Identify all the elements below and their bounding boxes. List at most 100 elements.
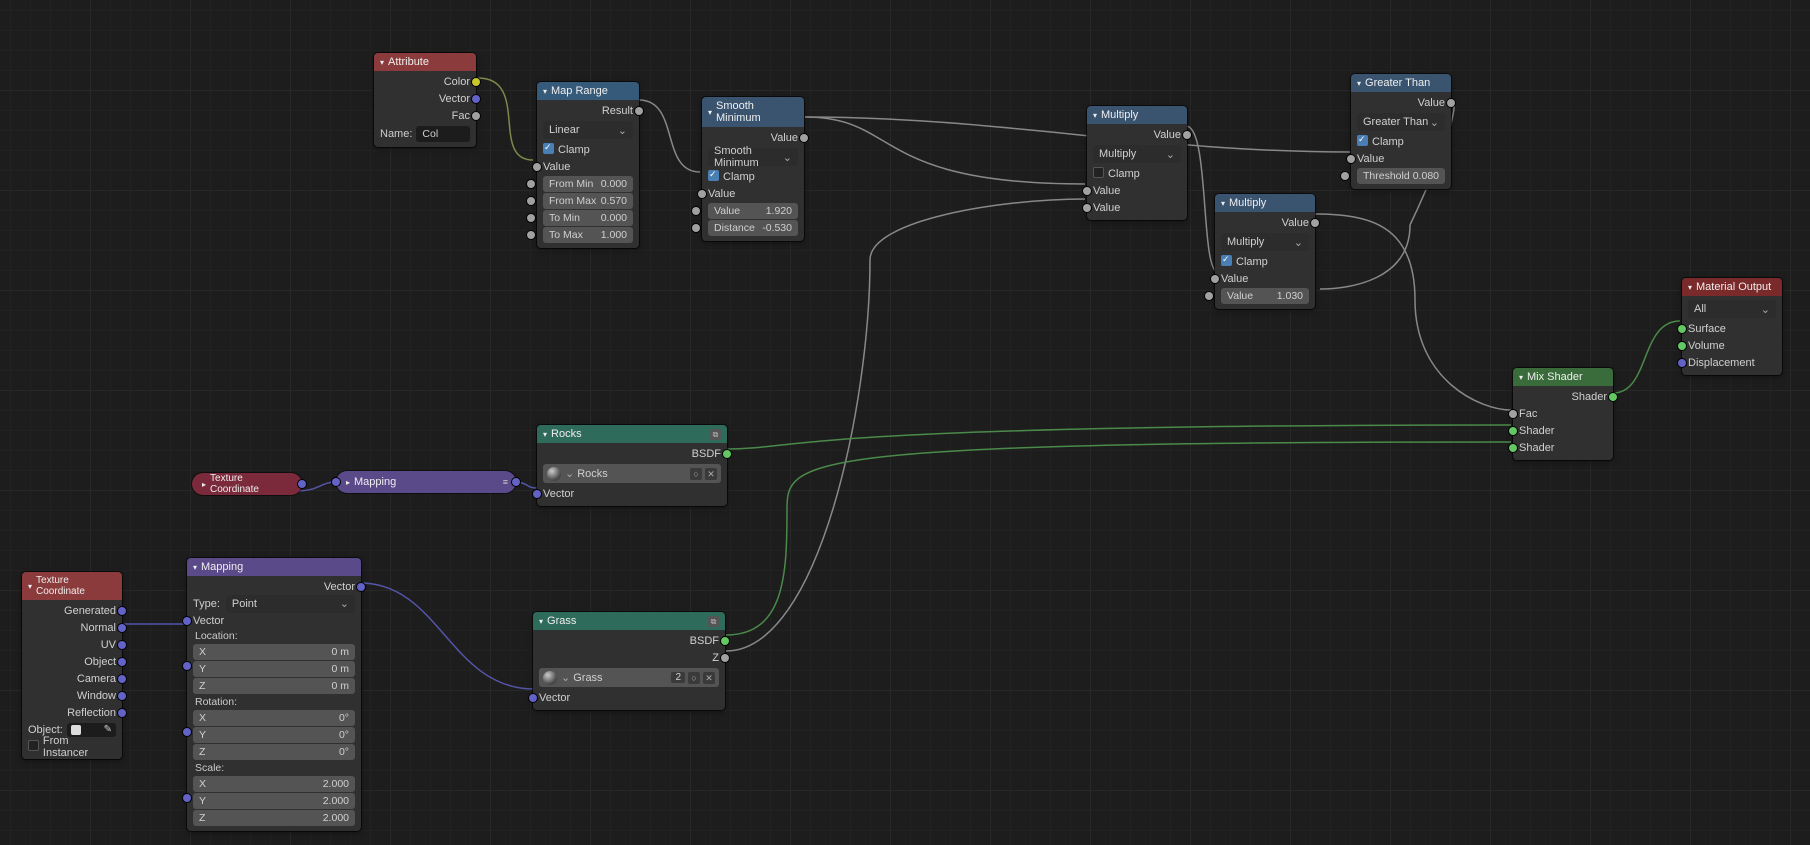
socket-out-value[interactable]	[800, 134, 808, 142]
material-selector[interactable]: ⌄ Rocks ○ ✕	[543, 464, 721, 483]
node-header[interactable]: ▾ Mix Shader	[1513, 368, 1613, 386]
to-min-field[interactable]: To Min0.000	[543, 210, 633, 226]
collapse-icon[interactable]: ▾	[28, 582, 32, 591]
socket-in-vector[interactable]	[529, 694, 537, 702]
socket-in-shader2[interactable]	[1509, 444, 1517, 452]
value-field[interactable]: Value1.030	[1221, 288, 1309, 304]
collapse-icon[interactable]: ▾	[380, 58, 384, 67]
type-dropdown[interactable]: Point	[226, 595, 355, 613]
socket-in-fac[interactable]	[1509, 410, 1517, 418]
socket-in-vector[interactable]	[183, 617, 191, 625]
name-input[interactable]: Col	[416, 126, 470, 142]
dropdown-op[interactable]: Multiply	[1093, 145, 1181, 163]
collapse-icon[interactable]: ▾	[1093, 111, 1097, 120]
socket-out-bsdf[interactable]	[723, 450, 731, 458]
node-mix-shader[interactable]: ▾ Mix Shader Shader Fac Shader Shader	[1513, 368, 1613, 460]
socket-out-vector[interactable]	[472, 95, 480, 103]
loc-z-field[interactable]: Z0 m	[193, 678, 355, 694]
node-header[interactable]: ▾ Material Output	[1682, 278, 1782, 296]
socket-out[interactable]	[298, 480, 306, 488]
socket-in[interactable]	[527, 231, 535, 239]
node-group-grass[interactable]: ▾ Grass ⧉ BSDF Z ⌄ Grass 2 ○ ✕ Vector	[533, 612, 725, 710]
socket-out-generated[interactable]	[118, 607, 126, 615]
collapse-icon[interactable]: ▾	[543, 430, 547, 439]
distance-field[interactable]: Distance-0.530	[708, 220, 798, 236]
node-texture-coordinate-collapsed[interactable]: ▸ Texture Coordinate	[192, 473, 302, 495]
scale-z-field[interactable]: Z2.000	[193, 810, 355, 826]
node-header[interactable]: ▾ Attribute	[374, 53, 476, 71]
clamp-checkbox[interactable]	[708, 170, 719, 181]
socket-out-shader[interactable]	[1609, 393, 1617, 401]
fake-user-icon[interactable]: ○	[688, 672, 700, 684]
socket-in-shader1[interactable]	[1509, 427, 1517, 435]
socket-out-fac[interactable]	[472, 112, 480, 120]
socket-in[interactable]	[692, 224, 700, 232]
socket-in[interactable]	[527, 197, 535, 205]
node-header[interactable]: ▾ Mapping	[187, 558, 361, 576]
from-max-field[interactable]: From Max0.570	[543, 193, 633, 209]
socket-out-z[interactable]	[721, 654, 729, 662]
socket-out-value[interactable]	[1447, 99, 1455, 107]
socket-in-value[interactable]	[1211, 275, 1219, 283]
node-map-range[interactable]: ▾ Map Range Result Linear Clamp Value Fr…	[537, 82, 639, 248]
unlink-icon[interactable]: ✕	[703, 672, 715, 684]
socket-out-object[interactable]	[118, 658, 126, 666]
dropdown-op[interactable]: Multiply	[1221, 233, 1309, 251]
eyedropper-icon[interactable]: ✎	[104, 724, 112, 735]
loc-y-field[interactable]: Y0 m	[193, 661, 355, 677]
dropdown-op[interactable]: Greater Than	[1357, 113, 1445, 131]
socket-in-scale[interactable]	[183, 794, 191, 802]
node-material-output[interactable]: ▾ Material Output All Surface Volume Dis…	[1682, 278, 1782, 375]
socket-out-result[interactable]	[635, 107, 643, 115]
expand-icon[interactable]: ▸	[202, 480, 206, 489]
socket-in[interactable]	[1341, 172, 1349, 180]
clamp-checkbox[interactable]	[1093, 167, 1104, 178]
loc-x-field[interactable]: X0 m	[193, 644, 355, 660]
from-instancer-checkbox[interactable]	[28, 740, 39, 751]
collapse-icon[interactable]: ▾	[708, 108, 712, 117]
node-header[interactable]: ▾ Texture Coordinate	[22, 572, 122, 600]
node-multiply-1[interactable]: ▾ Multiply Value Multiply Clamp Value Va…	[1087, 106, 1187, 220]
socket-in-location[interactable]	[183, 662, 191, 670]
socket-out-normal[interactable]	[118, 624, 126, 632]
socket-in-displacement[interactable]	[1678, 359, 1686, 367]
socket-out-value[interactable]	[1183, 131, 1191, 139]
socket-in-vector[interactable]	[533, 490, 541, 498]
dropdown-icon[interactable]: ⌄	[565, 467, 574, 480]
collapse-icon[interactable]: ▾	[539, 617, 543, 626]
node-texture-coordinate[interactable]: ▾ Texture Coordinate Generated Normal UV…	[22, 572, 122, 759]
node-header[interactable]: ▾ Multiply	[1087, 106, 1187, 124]
group-toggle-icon[interactable]: ⧉	[710, 429, 721, 440]
node-header[interactable]: ▾ Map Range	[537, 82, 639, 100]
clamp-checkbox[interactable]	[1357, 135, 1368, 146]
collapse-icon[interactable]: ▾	[1357, 79, 1361, 88]
target-dropdown[interactable]: All	[1688, 300, 1776, 318]
socket-in[interactable]	[332, 478, 340, 486]
socket-in-value[interactable]	[698, 190, 706, 198]
socket-out-value[interactable]	[1311, 219, 1319, 227]
node-attribute[interactable]: ▾ Attribute Color Vector Fac Name: Col	[374, 53, 476, 147]
dropdown-op[interactable]: Smooth Minimum	[708, 148, 798, 166]
scale-x-field[interactable]: X2.000	[193, 776, 355, 792]
socket-in[interactable]	[1205, 292, 1213, 300]
rot-y-field[interactable]: Y0°	[193, 727, 355, 743]
rot-x-field[interactable]: X0°	[193, 710, 355, 726]
dropdown-interp[interactable]: Linear	[543, 121, 633, 139]
node-header[interactable]: ▾ Multiply	[1215, 194, 1315, 212]
material-selector[interactable]: ⌄ Grass 2 ○ ✕	[539, 668, 719, 687]
node-header[interactable]: ▾ Rocks ⧉	[537, 425, 727, 443]
socket-in[interactable]	[527, 180, 535, 188]
socket-in-value[interactable]	[533, 163, 541, 171]
from-min-field[interactable]: From Min0.000	[543, 176, 633, 192]
node-header[interactable]: ▾ Greater Than	[1351, 74, 1451, 92]
collapse-icon[interactable]: ▾	[1688, 283, 1692, 292]
node-smooth-minimum[interactable]: ▾ Smooth Minimum Value Smooth Minimum Cl…	[702, 97, 804, 241]
node-mapping[interactable]: ▾ Mapping Vector Type: Point Vector Loca…	[187, 558, 361, 831]
rot-z-field[interactable]: Z0°	[193, 744, 355, 760]
socket-in-value[interactable]	[1347, 155, 1355, 163]
node-mapping-collapsed[interactable]: ▸ Mapping ≡	[336, 471, 516, 493]
node-header[interactable]: ▾ Smooth Minimum	[702, 97, 804, 127]
value-field[interactable]: Value1.920	[708, 203, 798, 219]
socket-out-uv[interactable]	[118, 641, 126, 649]
user-count[interactable]: 2	[671, 672, 685, 683]
